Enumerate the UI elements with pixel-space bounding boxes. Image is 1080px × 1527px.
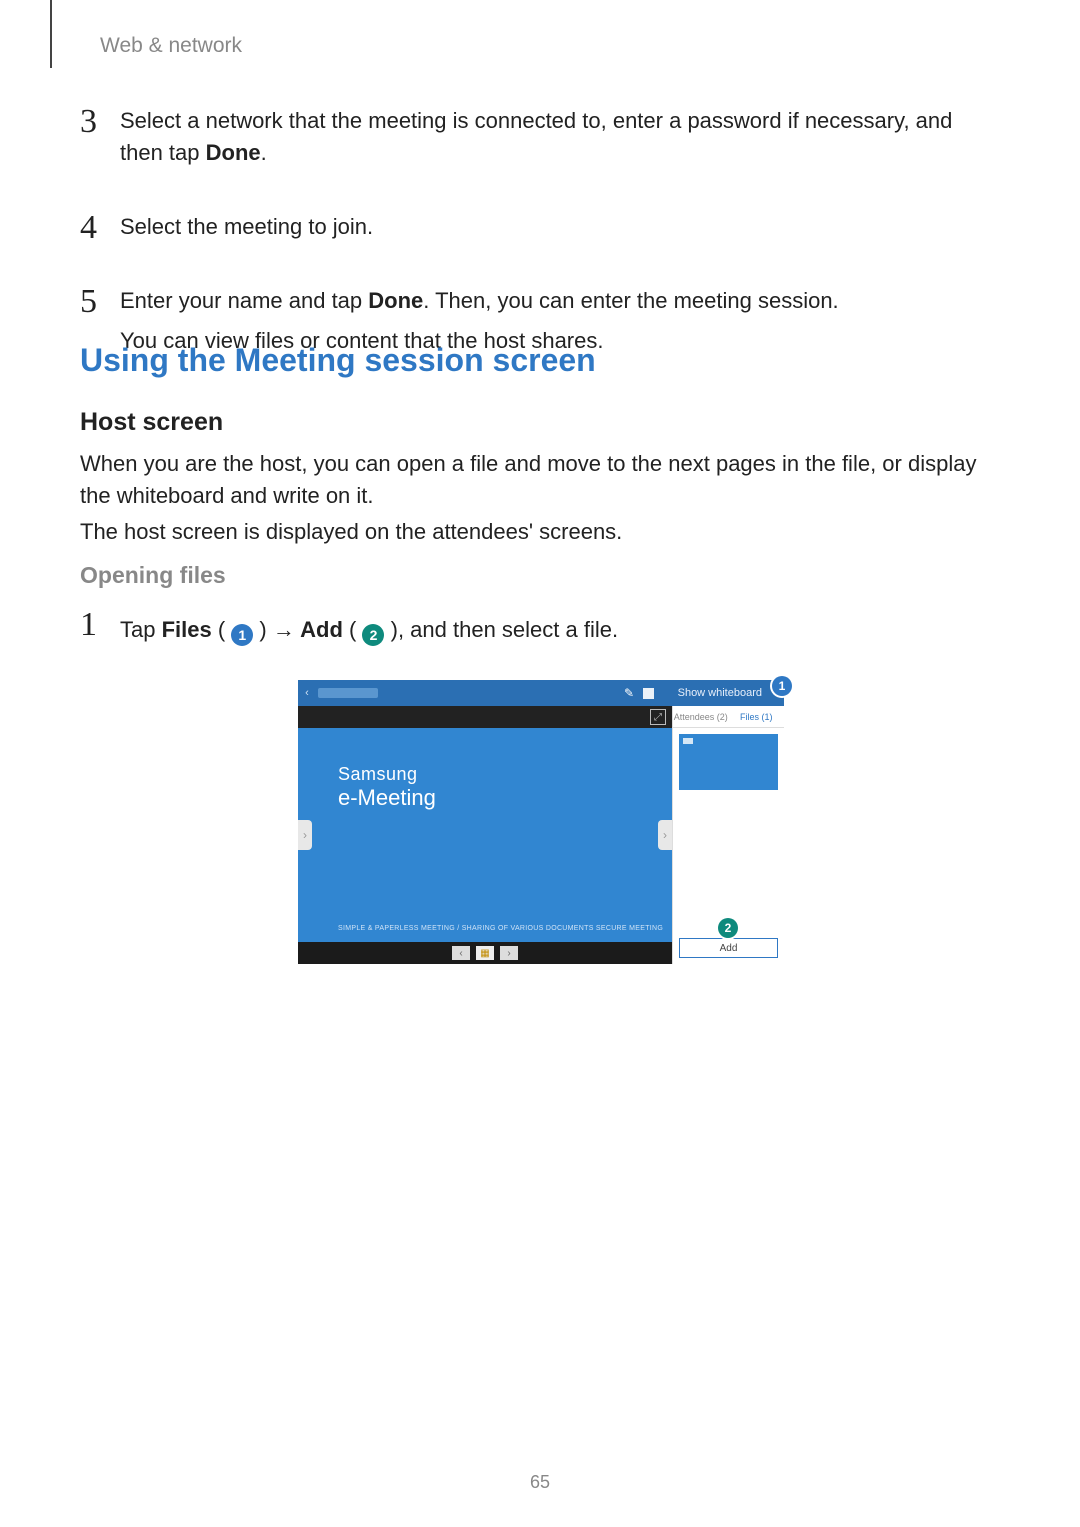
bold-add: Add bbox=[295, 617, 343, 642]
text: ) bbox=[253, 617, 273, 642]
nav-thumbs-button[interactable]: ▦ bbox=[476, 946, 494, 960]
whiteboard-icon[interactable] bbox=[643, 688, 654, 699]
bold-done: Done bbox=[368, 288, 423, 313]
page-number: 65 bbox=[0, 1472, 1080, 1493]
side-panel: Attendees (2) Files (1) 2 Add bbox=[672, 706, 784, 964]
callout-1-badge: 1 bbox=[772, 676, 792, 696]
text: . bbox=[261, 140, 267, 165]
step-number: 1 bbox=[80, 608, 120, 642]
pen-icon[interactable]: ✎ bbox=[624, 686, 634, 700]
show-whiteboard-button[interactable]: Show whiteboard bbox=[678, 687, 762, 699]
text: ( bbox=[212, 617, 232, 642]
status-row: ⤢ bbox=[298, 706, 672, 728]
subsection-heading: Host screen bbox=[80, 408, 223, 437]
callout-1-icon: 1 bbox=[231, 624, 253, 646]
tab-files[interactable]: Files (1) bbox=[729, 706, 785, 728]
header-tab-line bbox=[50, 0, 52, 68]
step-1-opening-files: 1 Tap Files ( 1 ) → Add ( 2 ), and then … bbox=[80, 608, 1000, 646]
tab-attendees[interactable]: Attendees (2) bbox=[673, 706, 729, 728]
app-screenshot: ‹ ✎ Show whiteboard 1 ⤢ › › Samsung e-Me… bbox=[298, 680, 784, 964]
text: ( bbox=[343, 617, 363, 642]
back-icon[interactable]: ‹ bbox=[298, 687, 316, 699]
step-4: 4 Select the meeting to join. bbox=[80, 211, 1000, 251]
file-thumbnail[interactable] bbox=[679, 734, 778, 790]
add-button-wrap: 2 Add bbox=[673, 932, 784, 964]
callout-2-icon: 2 bbox=[362, 624, 384, 646]
bold-done: Done bbox=[206, 140, 261, 165]
expand-icon[interactable]: ⤢ bbox=[650, 709, 666, 725]
text: Enter your name and tap bbox=[120, 288, 368, 313]
step-number: 3 bbox=[80, 105, 120, 177]
sub-subsection-heading: Opening files bbox=[80, 562, 226, 589]
text: Select the meeting to join. bbox=[120, 214, 373, 239]
side-tabs: Attendees (2) Files (1) bbox=[673, 706, 784, 728]
brand-line-2: e-Meeting bbox=[338, 785, 436, 811]
callout-2-badge: 2 bbox=[718, 918, 738, 938]
add-button[interactable]: Add bbox=[679, 938, 778, 958]
brand-line-1: Samsung bbox=[338, 764, 436, 785]
paragraph: When you are the host, you can open a fi… bbox=[80, 448, 1000, 512]
paragraph: The host screen is displayed on the atte… bbox=[80, 516, 1000, 548]
text: , and then select a file. bbox=[398, 617, 618, 642]
prev-page-button[interactable]: › bbox=[298, 820, 312, 850]
step-body: Select a network that the meeting is con… bbox=[120, 105, 1000, 177]
arrow-icon: → bbox=[273, 617, 295, 642]
next-page-button[interactable]: › bbox=[658, 820, 672, 850]
text: ) bbox=[384, 617, 397, 642]
presentation-area[interactable]: ⤢ › › Samsung e-Meeting SIMPLE & PAPERLE… bbox=[298, 706, 672, 964]
bold-files: Files bbox=[162, 617, 212, 642]
breadcrumb: Web & network bbox=[100, 34, 242, 58]
step-body: Select the meeting to join. bbox=[120, 211, 1000, 251]
step-body: Tap Files ( 1 ) → Add ( 2 ), and then se… bbox=[120, 608, 1000, 646]
page-nav-bar: ‹ ▦ › bbox=[298, 942, 672, 964]
step-3: 3 Select a network that the meeting is c… bbox=[80, 105, 1000, 177]
slide-tagline: SIMPLE & PAPERLESS MEETING / SHARING OF … bbox=[338, 925, 663, 932]
app-topbar: ‹ ✎ Show whiteboard 1 bbox=[298, 680, 784, 706]
nav-next-button[interactable]: › bbox=[500, 946, 518, 960]
text: . Then, you can enter the meeting sessio… bbox=[423, 288, 838, 313]
text: Tap bbox=[120, 617, 162, 642]
nav-prev-button[interactable]: ‹ bbox=[452, 946, 470, 960]
section-heading: Using the Meeting session screen bbox=[80, 342, 596, 379]
slide-brand: Samsung e-Meeting bbox=[338, 764, 436, 811]
step-number: 4 bbox=[80, 211, 120, 251]
meeting-title-redacted bbox=[318, 688, 378, 698]
